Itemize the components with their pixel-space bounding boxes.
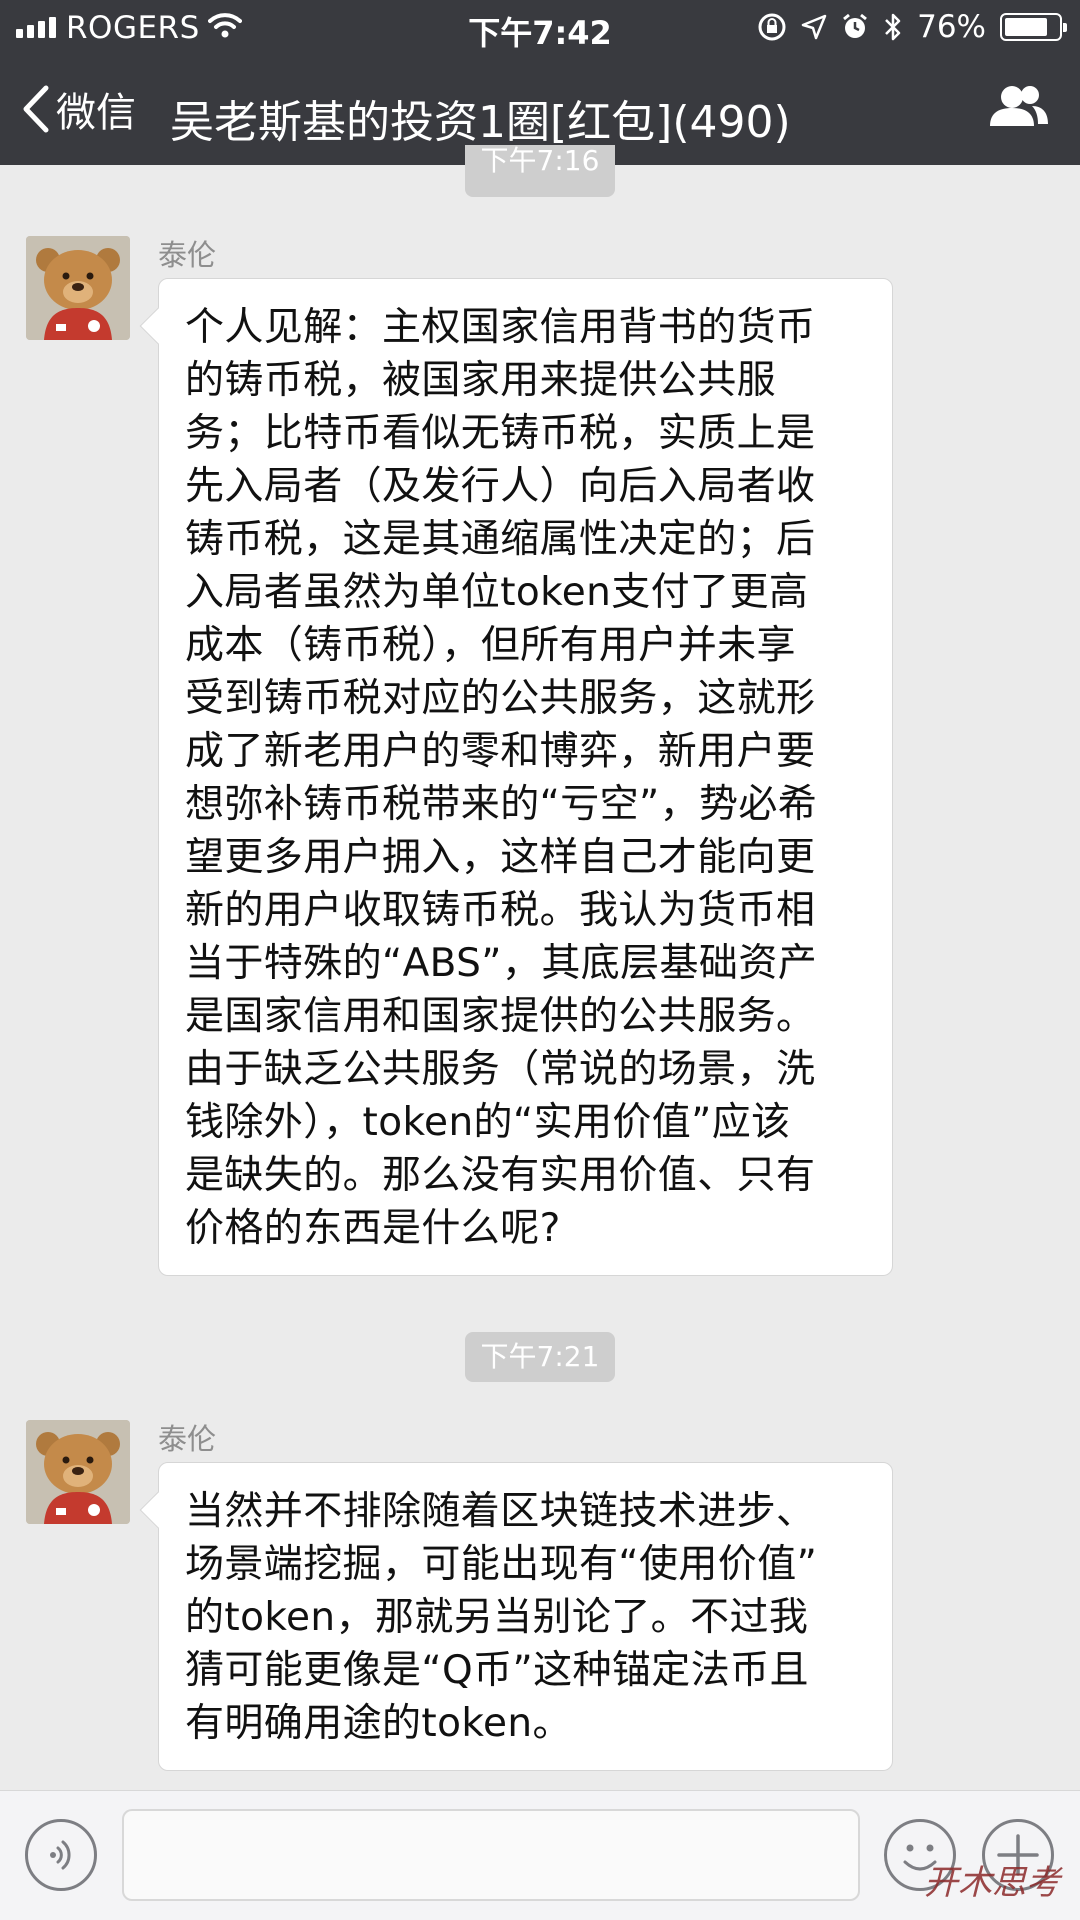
- message-line: 成了新老用户的零和博弈，新用户要: [185, 729, 816, 774]
- message-bubble[interactable]: 当然并不排除随着区块链技术进步、 场景端挖掘，可能出现有“使用价值” 的toke…: [139, 1462, 893, 1771]
- back-button[interactable]: 微信: [20, 80, 136, 138]
- rotation-lock-icon: [758, 13, 786, 41]
- message-line: 当然并不排除随着区块链技术进步、: [185, 1489, 816, 1534]
- sender-name: 泰伦: [158, 238, 217, 272]
- message-line: 当于特殊的“ABS”，其底层基础资产: [185, 941, 818, 986]
- message-line: 个人见解：主权国家信用背书的货币: [185, 305, 816, 350]
- message-line: 成本（铸币税），但所有用户并未享: [185, 623, 796, 668]
- input-bar: 开木思考: [0, 1790, 1080, 1920]
- message-line: 入局者虽然为单位token支付了更高: [185, 570, 809, 615]
- sender-name: 泰伦: [158, 1422, 217, 1456]
- chat-title: 吴老斯基的投资1圈[红包](490): [170, 97, 791, 148]
- teddy-bear-avatar-icon: [26, 236, 130, 340]
- message-line: 的token，那就另当别论了。不过我: [185, 1595, 809, 1640]
- message-line: 场景端挖掘，可能出现有“使用价值”: [185, 1542, 818, 1587]
- watermark: 开木思考: [924, 1863, 1060, 1903]
- message-line: 是缺失的。那么没有实用价值、只有: [185, 1153, 816, 1198]
- top-bar: ROGERS 下午7:42 76% 微信 吴老斯基的投资1圈[红包](490): [0, 0, 1080, 165]
- message-line: 望更多用户拥入，这样自己才能向更: [185, 835, 816, 880]
- message-line: 受到铸币税对应的公共服务，这就形: [185, 676, 816, 721]
- status-bar: ROGERS 下午7:42 76%: [0, 0, 1080, 55]
- chevron-left-icon: [23, 85, 49, 133]
- message-line: 钱除外），token的“实用价值”应该: [185, 1100, 791, 1145]
- battery-icon: [1000, 13, 1067, 41]
- message-input[interactable]: [122, 1809, 860, 1901]
- message-line: 铸币税，这是其通缩属性决定的；后: [185, 517, 816, 562]
- back-label: 微信: [56, 90, 136, 136]
- battery-percent: 76%: [917, 9, 986, 45]
- bluetooth-icon: [885, 13, 901, 41]
- message-line: 由于缺乏公共服务（常说的场景，洗: [185, 1047, 816, 1092]
- avatar[interactable]: [26, 236, 130, 340]
- message-line: 是国家信用和国家提供的公共服务。: [185, 994, 816, 1039]
- group-info-button[interactable]: [988, 82, 1050, 134]
- voice-icon: [50, 1840, 71, 1870]
- alarm-icon: [843, 13, 868, 38]
- group-members-icon: [990, 86, 1048, 126]
- message-line: 先入局者（及发行人）向后入局者收: [185, 464, 816, 509]
- timestamp-badge: 下午7:21: [465, 1332, 615, 1382]
- teddy-bear-avatar-icon: [26, 1420, 130, 1524]
- message-line: 有明确用途的token。: [185, 1701, 572, 1746]
- message-line: 的铸币税，被国家用来提供公共服: [185, 358, 777, 403]
- chat-screen: ROGERS 下午7:42 76% 微信 吴老斯基的投资1圈[红包](490) …: [0, 0, 1080, 1920]
- status-right-group: 76%: [757, 9, 1067, 45]
- message-line: 猜可能更像是“Q币”这种锚定法币且: [185, 1648, 809, 1693]
- message-line: 新的用户收取铸币税。我认为货币相: [185, 888, 816, 933]
- avatar[interactable]: [26, 1420, 130, 1524]
- voice-button[interactable]: [25, 1819, 97, 1891]
- location-icon: [801, 14, 827, 40]
- message-line: 务；比特币看似无铸币税，实质上是: [185, 411, 816, 456]
- message-line: 价格的东西是什么呢?: [185, 1206, 561, 1251]
- message-bubble[interactable]: 个人见解：主权国家信用背书的货币 的铸币税，被国家用来提供公共服 务；比特币看似…: [139, 278, 893, 1276]
- timestamp-badge: 下午7:16: [465, 145, 615, 197]
- message-line: 想弥补铸币税带来的“亏空”，势必希: [185, 782, 818, 827]
